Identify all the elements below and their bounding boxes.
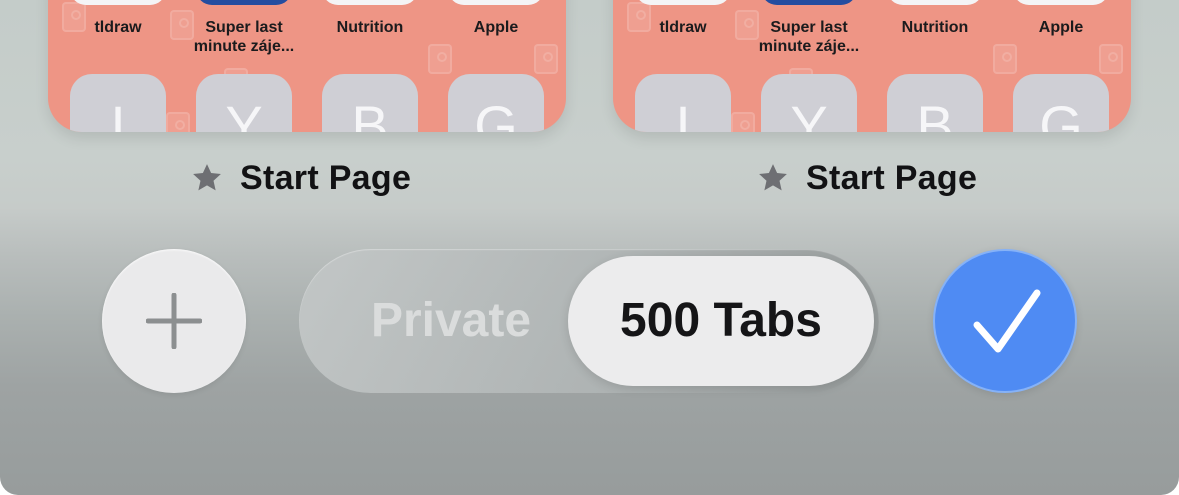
frequent-site-tile[interactable]: G: [448, 74, 544, 132]
favorite-label: Super last minute záje...: [193, 19, 295, 55]
star-icon: [759, 164, 787, 191]
frequent-site-tile[interactable]: G: [1013, 74, 1109, 132]
favorite-tile-apple[interactable]: [1013, 0, 1109, 5]
checkmark-icon: [973, 289, 1041, 353]
new-tab-button[interactable]: [102, 249, 246, 393]
favorite-tile-apple[interactable]: [448, 0, 544, 5]
frequent-site-tile[interactable]: I: [635, 74, 731, 132]
favorite-label: Apple: [1038, 19, 1084, 36]
segment-private[interactable]: Private: [321, 249, 581, 393]
segment-tabs[interactable]: 500 Tabs: [568, 256, 874, 386]
tab-title-right: Start Page: [756, 156, 977, 200]
frequent-site-tile[interactable]: B: [887, 74, 983, 132]
done-button[interactable]: [933, 249, 1077, 393]
favorite-label: Apple: [473, 19, 519, 36]
favorite-tile-super-last-minute[interactable]: [761, 0, 857, 5]
tab-group-segmented-control: Private 500 Tabs: [299, 249, 879, 393]
tab-switcher: tldraw Super last minute záje... Nutriti…: [0, 0, 1179, 495]
favorite-tile-nutrition[interactable]: [322, 0, 418, 5]
favorite-label: Nutrition: [336, 19, 404, 36]
tab-thumbnail-right[interactable]: tldraw Super last minute záje... Nutriti…: [613, 0, 1131, 132]
favorite-tile-tldraw[interactable]: [70, 0, 166, 5]
favorite-tile-tldraw[interactable]: [635, 0, 731, 5]
star-icon: [193, 164, 221, 191]
tab-title-text: Start Page: [806, 158, 978, 197]
tab-thumbnail-left[interactable]: tldraw Super last minute záje... Nutriti…: [48, 0, 566, 132]
frequent-site-tile[interactable]: Y: [196, 74, 292, 132]
tab-title-left: Start Page: [190, 156, 411, 200]
tab-title-text: Start Page: [240, 158, 412, 197]
favorite-label: tldraw: [94, 19, 142, 36]
plus-icon: [146, 293, 202, 349]
favorite-label: Super last minute záje...: [758, 19, 860, 55]
favorite-tile-nutrition[interactable]: [887, 0, 983, 5]
frequent-site-tile[interactable]: Y: [761, 74, 857, 132]
favorite-tile-super-last-minute[interactable]: [196, 0, 292, 5]
frequent-site-tile[interactable]: B: [322, 74, 418, 132]
frequent-site-tile[interactable]: I: [70, 74, 166, 132]
favorite-label: tldraw: [659, 19, 707, 36]
favorite-label: Nutrition: [901, 19, 969, 36]
